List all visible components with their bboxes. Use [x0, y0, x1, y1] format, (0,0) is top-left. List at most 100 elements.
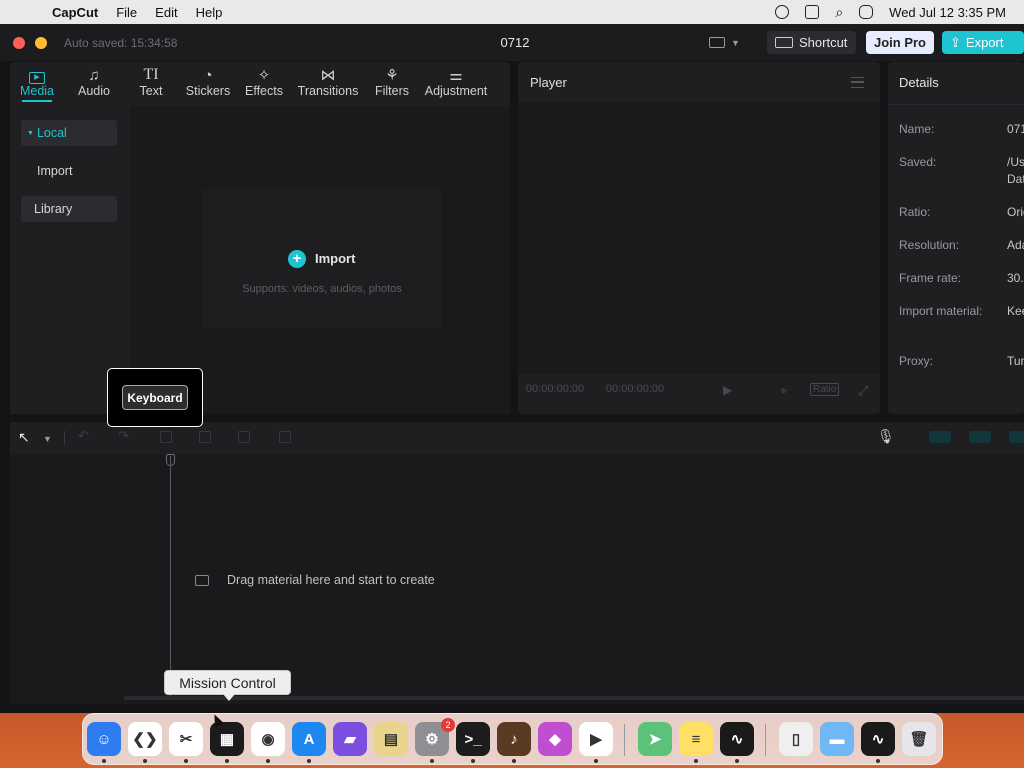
- select-tool-icon[interactable]: ↖: [18, 429, 30, 446]
- import-drop-zone[interactable]: + Import Supports: videos, audios, photo…: [202, 189, 442, 329]
- main-track-magnet-icon[interactable]: [929, 431, 951, 443]
- tab-filters[interactable]: ⚘ Filters: [372, 62, 412, 98]
- toolbar-divider: [64, 431, 65, 445]
- running-indicator: [735, 759, 739, 763]
- player-title: Player: [530, 75, 567, 90]
- menu-help[interactable]: Help: [196, 5, 223, 20]
- running-indicator: [876, 759, 880, 763]
- finder-icon[interactable]: ☺: [87, 722, 121, 756]
- keyboard-button[interactable]: Keyboard: [122, 385, 188, 410]
- sidebar-item-local[interactable]: ▼ Local: [21, 120, 117, 146]
- active-tab-indicator: [22, 100, 52, 102]
- tab-media-label: Media: [19, 84, 55, 98]
- detail-label-ratio: Ratio:: [899, 205, 931, 219]
- timeline-scrollbar[interactable]: [124, 696, 1024, 700]
- undo-icon[interactable]: ↶: [78, 428, 89, 444]
- detail-value-resolution: Adapted: [1007, 238, 1024, 252]
- chevron-down-icon: ▼: [27, 129, 34, 137]
- shortcuts-icon[interactable]: ◆: [538, 722, 572, 756]
- archive-icon[interactable]: ▤: [374, 722, 408, 756]
- auto-snapping-icon[interactable]: [969, 431, 991, 443]
- documents-icon[interactable]: ▯: [779, 722, 813, 756]
- chevron-down-icon[interactable]: ▼: [43, 434, 52, 444]
- tab-stickers[interactable]: ◔ Stickers: [183, 62, 233, 98]
- chrome-icon[interactable]: ◉: [251, 722, 285, 756]
- shortcut-button[interactable]: Shortcut: [767, 31, 856, 54]
- export-button[interactable]: ⇪ Export: [942, 31, 1024, 54]
- app-store-icon[interactable]: A: [292, 722, 326, 756]
- tab-effects[interactable]: ✧ Effects: [242, 62, 286, 98]
- tab-effects-label: Effects: [245, 84, 283, 98]
- text-icon: TI: [143, 66, 159, 83]
- detail-label-name: Name:: [899, 122, 935, 136]
- playhead[interactable]: [170, 456, 171, 696]
- delete-right-icon[interactable]: [238, 431, 250, 443]
- folder-icon[interactable]: ▬: [820, 722, 854, 756]
- trash-icon[interactable]: 🗑: [902, 722, 936, 756]
- instruments-icon[interactable]: ♪: [497, 722, 531, 756]
- running-indicator: [266, 759, 270, 763]
- tab-transitions[interactable]: ⋈ Transitions: [295, 62, 361, 98]
- export-icon: ⇪: [950, 34, 961, 50]
- linkage-icon[interactable]: [1009, 431, 1024, 443]
- maps-icon[interactable]: ➤: [638, 722, 672, 756]
- sidebar-item-import[interactable]: Import: [21, 158, 117, 184]
- delete-left-icon[interactable]: [199, 431, 211, 443]
- tot-icon[interactable]: ▰: [333, 722, 367, 756]
- tab-text[interactable]: TI Text: [132, 62, 170, 98]
- capcut-icon[interactable]: ✂: [169, 722, 203, 756]
- tab-adjustment[interactable]: ⚌ Adjustment: [423, 62, 489, 98]
- sticker-icon: ◔: [203, 67, 213, 84]
- details-title: Details: [899, 75, 939, 90]
- sidebar-local-label: Local: [36, 126, 67, 140]
- play-icon[interactable]: ▶: [723, 383, 732, 397]
- effects-icon: ✧: [257, 67, 271, 84]
- running-indicator: [594, 759, 598, 763]
- tab-audio[interactable]: ♫ Audio: [74, 62, 114, 98]
- detail-value-saved-line2: Data: [1007, 172, 1024, 186]
- details-panel: Details Name: 0712 Saved: /Users/ Data R…: [888, 62, 1024, 414]
- ratio-button[interactable]: Ratio: [810, 383, 840, 396]
- detail-value-name: 0712: [1007, 122, 1024, 136]
- control-center-icon[interactable]: [859, 5, 874, 19]
- microphone-icon[interactable]: 🎙: [877, 428, 895, 445]
- timeline-area[interactable]: [10, 454, 1024, 704]
- activity-monitor-icon[interactable]: ∿: [720, 722, 754, 756]
- vscode-icon[interactable]: ❮❯: [128, 722, 162, 756]
- sidebar-item-library[interactable]: Library: [21, 196, 117, 222]
- delete-icon[interactable]: [279, 431, 291, 443]
- accessibility-icon[interactable]: [775, 5, 790, 19]
- menu-app-name[interactable]: CapCut: [52, 5, 98, 20]
- tab-media[interactable]: ▶ Media: [16, 62, 58, 102]
- running-indicator: [512, 759, 516, 763]
- details-header: Details: [888, 62, 1024, 105]
- media-tab-bar: ▶ Media ♫ Audio TI Text ◔ Stickers ✧ Eff…: [10, 62, 510, 106]
- chevron-down-icon[interactable]: ▼: [731, 38, 740, 48]
- terminal-icon[interactable]: >_: [456, 722, 490, 756]
- fit-view-icon[interactable]: ⌖: [780, 383, 787, 399]
- player-panel: Player 00:00:00:00 00:00:00:00 ▶ ⌖ Ratio…: [518, 62, 880, 414]
- menu-edit[interactable]: Edit: [155, 5, 177, 20]
- detail-label-saved: Saved:: [899, 155, 937, 169]
- layout-icon[interactable]: [709, 37, 725, 48]
- split-icon[interactable]: [160, 431, 172, 443]
- spotlight-search-icon[interactable]: ⌕: [835, 4, 843, 21]
- tab-filters-label: Filters: [374, 84, 410, 98]
- filters-icon: ⚘: [385, 67, 399, 84]
- visual-studio-icon[interactable]: ▶: [579, 722, 613, 756]
- import-label: Import: [315, 251, 356, 266]
- redo-icon[interactable]: ↷: [118, 428, 129, 444]
- menu-clock[interactable]: Wed Jul 12 3:35 PM: [889, 5, 1006, 20]
- menu-icon[interactable]: [851, 77, 864, 88]
- menu-file[interactable]: File: [116, 5, 137, 20]
- detail-value-import-material: Keep: [1007, 304, 1024, 318]
- activity-window-icon[interactable]: ∿: [861, 722, 895, 756]
- running-indicator: [184, 759, 188, 763]
- fullscreen-icon[interactable]: ⤢: [858, 383, 868, 399]
- join-pro-button[interactable]: Join Pro: [866, 31, 934, 54]
- notes-icon[interactable]: ≡: [679, 722, 713, 756]
- audio-icon: ♫: [88, 67, 100, 84]
- running-indicator: [307, 759, 311, 763]
- screen-mirroring-icon[interactable]: [805, 5, 820, 19]
- detail-value-saved: /Users/: [1007, 155, 1024, 169]
